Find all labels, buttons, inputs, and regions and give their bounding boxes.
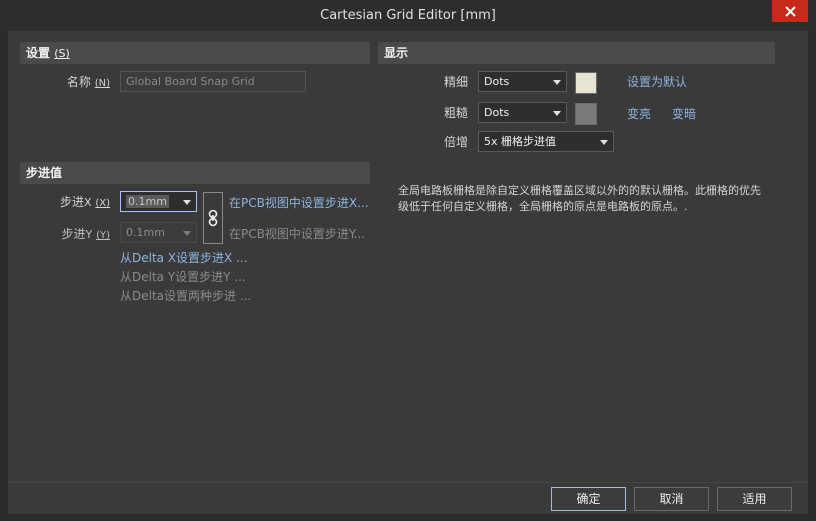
multiplier-label: 倍增 xyxy=(443,135,468,149)
chevron-down-icon xyxy=(183,231,191,236)
fine-style-value: Dots xyxy=(484,75,510,88)
set-step-x-from-pcb-link[interactable]: 在PCB视图中设置步进X... xyxy=(229,194,369,211)
step-x-label-text: 步进 xyxy=(59,195,84,209)
step-x-combo[interactable]: 0.1mm xyxy=(120,191,197,212)
from-delta-x-link[interactable]: 从Delta X设置步进X ... xyxy=(120,249,248,266)
name-label-accelerator: (N) xyxy=(94,78,110,89)
link-steps-button[interactable] xyxy=(203,192,223,244)
step-x-accelerator: (X) xyxy=(95,198,110,209)
chevron-down-icon xyxy=(553,111,561,116)
name-label-text: 名称 xyxy=(66,75,91,89)
apply-button[interactable]: 适用 xyxy=(717,487,792,511)
close-icon xyxy=(784,5,796,17)
step-x-axis: X xyxy=(83,196,92,209)
coarse-label: 粗糙 xyxy=(443,106,468,120)
name-label: 名称 (N) xyxy=(58,73,110,90)
title-bar: Cartesian Grid Editor [mm] xyxy=(0,0,816,31)
lighter-link[interactable]: 变亮 xyxy=(627,105,651,122)
display-header-text: 显示 xyxy=(384,46,409,60)
window-frame-bottom xyxy=(0,514,816,521)
fine-color-swatch[interactable] xyxy=(575,72,597,94)
multiplier-value: 5x 栅格步进值 xyxy=(484,135,557,148)
settings-section-header: 设置 (S) xyxy=(20,42,370,64)
darker-link[interactable]: 变暗 xyxy=(672,105,696,122)
settings-header-text: 设置 xyxy=(26,46,51,60)
step-y-label: 步进Y (Y) xyxy=(48,225,111,242)
chevron-down-icon xyxy=(600,140,608,145)
step-y-value: 0.1mm xyxy=(126,226,165,239)
step-section-header: 步进值 xyxy=(20,162,370,184)
fine-label: 精细 xyxy=(443,75,468,89)
step-y-combo[interactable]: 0.1mm xyxy=(120,222,197,243)
multiplier-combo[interactable]: 5x 栅格步进值 xyxy=(478,131,614,152)
name-field[interactable]: Global Board Snap Grid xyxy=(120,71,306,92)
chain-link-icon xyxy=(208,209,218,227)
step-y-label-text: 步进 xyxy=(61,227,86,241)
close-button[interactable] xyxy=(772,0,808,22)
step-header-text: 步进值 xyxy=(26,166,63,180)
from-delta-y-link[interactable]: 从Delta Y设置步进Y ... xyxy=(120,268,246,285)
ok-button[interactable]: 确定 xyxy=(551,487,626,511)
coarse-style-combo[interactable]: Dots xyxy=(478,102,567,123)
grid-description: 全局电路板栅格是除自定义栅格覆盖区域以外的的默认栅格。此栅格的优先级低于任何自定… xyxy=(398,184,761,213)
cancel-button[interactable]: 取消 xyxy=(634,487,709,511)
display-section-header: 显示 xyxy=(378,42,775,64)
dialog-footer: 确定 取消 适用 xyxy=(8,482,808,514)
set-as-default-link[interactable]: 设置为默认 xyxy=(627,73,687,90)
step-y-accelerator: (Y) xyxy=(96,230,110,241)
step-x-value: 0.1mm xyxy=(126,195,169,208)
coarse-style-value: Dots xyxy=(484,106,510,119)
chevron-down-icon xyxy=(553,80,561,85)
set-step-y-from-pcb-link[interactable]: 在PCB视图中设置步进Y... xyxy=(229,225,365,242)
coarse-color-swatch[interactable] xyxy=(575,103,597,125)
fine-style-combo[interactable]: Dots xyxy=(478,71,567,92)
step-x-label: 步进X (X) xyxy=(48,193,110,210)
step-y-axis: Y xyxy=(85,228,93,241)
from-delta-both-link[interactable]: 从Delta设置两种步进 ... xyxy=(120,287,251,304)
chevron-down-icon xyxy=(183,200,191,205)
window-title: Cartesian Grid Editor [mm] xyxy=(320,8,496,23)
settings-header-accelerator: (S) xyxy=(54,47,70,60)
dialog-body: 设置 (S) 名称 (N) Global Board Snap Grid 步进值… xyxy=(8,31,808,482)
